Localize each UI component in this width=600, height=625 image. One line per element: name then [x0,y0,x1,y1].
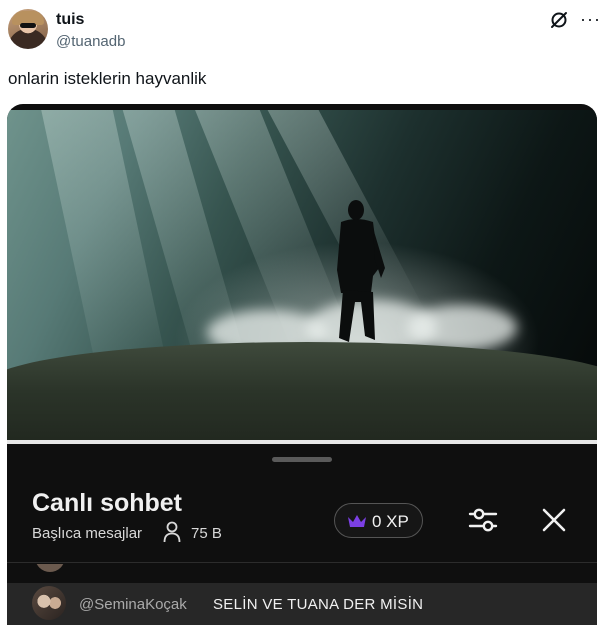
video-frame[interactable] [7,110,597,446]
divider [7,562,597,563]
hill [7,342,597,446]
message-author[interactable]: @SeminaKoçak [79,596,187,613]
grok-icon[interactable] [549,10,569,30]
xp-button[interactable]: 0 XP [334,503,423,538]
drag-handle[interactable] [272,457,332,462]
message-author-avatar[interactable] [32,586,66,620]
user-avatar[interactable] [8,9,48,49]
chat-mode-selector[interactable]: Başlıca mesajlar [32,525,142,542]
user-handle[interactable]: @tuanadb [56,33,125,50]
display-name[interactable]: tuis [56,11,84,29]
viewers-icon [163,521,181,543]
filter-icon[interactable] [467,504,499,536]
silhouette-figure [337,200,385,342]
close-icon[interactable] [541,507,567,533]
crown-icon [348,515,366,527]
tweet-text: onlarin isteklerin hayvanlik [8,69,207,88]
chat-title: Canlı sohbet [32,489,183,517]
smoke [407,305,517,350]
live-chat-panel: Canlı sohbet Başlıca mesajlar 75 B 0 XP [7,444,597,625]
previous-message-avatar [35,564,65,572]
xp-label: 0 XP [372,512,409,531]
chat-message[interactable]: @SeminaKoçak SELİN VE TUANA DER MİSİN [7,583,597,625]
viewer-count: 75 B [191,525,222,542]
more-icon[interactable]: ··· [580,10,600,28]
avatar-sunglasses [20,23,36,28]
media-card[interactable]: Canlı sohbet Başlıca mesajlar 75 B 0 XP [7,104,597,625]
message-text: SELİN VE TUANA DER MİSİN [213,596,424,613]
